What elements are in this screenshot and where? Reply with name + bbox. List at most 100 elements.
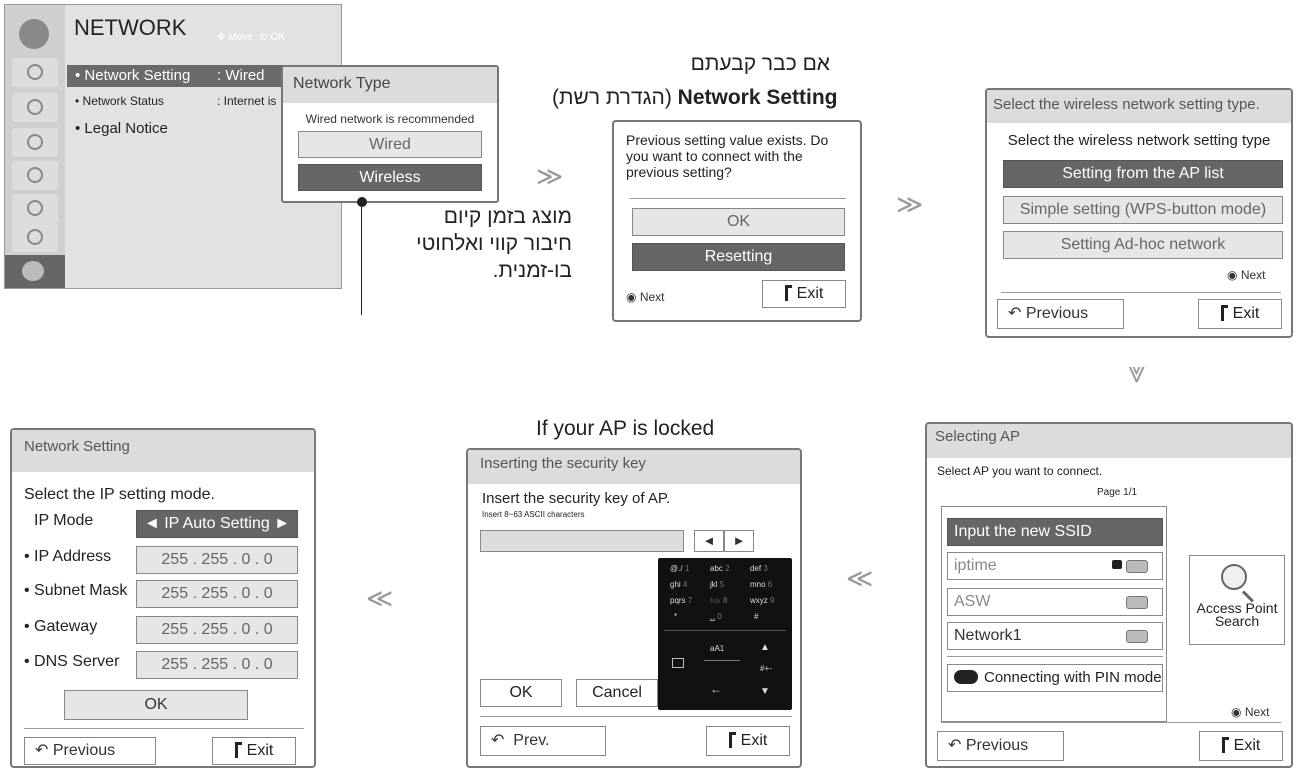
ip-address-field[interactable]: 255 . 255 . 0 . 0 bbox=[136, 546, 298, 574]
ap-list-option[interactable]: Setting from the AP list bbox=[1003, 160, 1283, 188]
dns-server-field[interactable]: 255 . 255 . 0 . 0 bbox=[136, 651, 298, 679]
resetting-button[interactable]: Resetting bbox=[632, 243, 845, 271]
lock-icon bbox=[1112, 560, 1122, 569]
lock-icon[interactable] bbox=[12, 194, 58, 223]
dialog-title: Inserting the security key bbox=[468, 450, 800, 484]
screen-icon[interactable] bbox=[12, 93, 58, 122]
picture-icon[interactable] bbox=[12, 58, 58, 87]
key-4[interactable]: ghi 4 bbox=[670, 580, 687, 589]
key-5[interactable]: jkl 5 bbox=[710, 580, 724, 589]
key-space[interactable]: ␣ 0 bbox=[710, 612, 722, 621]
case-key[interactable]: aA1 bbox=[710, 644, 724, 653]
previous-button[interactable]: ↶ Previous bbox=[937, 731, 1064, 761]
security-key-input[interactable] bbox=[480, 530, 684, 552]
ip-prompt: Select the IP setting mode. bbox=[24, 486, 215, 503]
backspace-key[interactable]: ← bbox=[710, 682, 722, 696]
menu-title: NETWORK bbox=[74, 15, 187, 40]
flow-arrow-right-icon: ≫ bbox=[896, 189, 924, 219]
time-icon[interactable] bbox=[12, 161, 58, 190]
exit-icon bbox=[784, 285, 792, 301]
wireless-type-prompt: Select the wireless network setting type bbox=[1007, 132, 1271, 149]
access-point-search-button[interactable]: Access Point Search bbox=[1189, 555, 1285, 645]
network-type-popup: Network Type Wired network is recommende… bbox=[281, 65, 499, 203]
key-1[interactable]: @./ 1 bbox=[670, 564, 689, 573]
key-6[interactable]: mno 6 bbox=[750, 580, 772, 589]
subnet-mask-field[interactable]: 255 . 255 . 0 . 0 bbox=[136, 580, 298, 608]
ip-address-label: • IP Address bbox=[24, 548, 112, 565]
network-globe-icon bbox=[19, 19, 49, 49]
ip-mode-selector[interactable]: ◄ IP Auto Setting ► bbox=[136, 510, 298, 538]
down-key[interactable]: ▼ bbox=[760, 686, 770, 697]
exit-button[interactable]: Exit bbox=[212, 737, 296, 765]
ap-item-asw[interactable]: ASW bbox=[947, 588, 1163, 616]
wireless-option[interactable]: Wireless bbox=[298, 164, 482, 191]
next-hint: ◉ Next bbox=[626, 290, 665, 304]
key-9[interactable]: wxyz 9 bbox=[750, 596, 774, 605]
prev-caption-line1: אם כבר קבעתם bbox=[690, 52, 830, 75]
menu-item-legal-notice[interactable]: • Legal Notice bbox=[67, 118, 267, 140]
keypad-divider bbox=[664, 630, 786, 631]
key-hint: Insert 8~63 ASCII characters bbox=[482, 510, 585, 519]
subnet-mask-label: • Subnet Mask bbox=[24, 582, 128, 599]
dialog-title: Select the wireless network setting type… bbox=[987, 90, 1291, 123]
flow-arrow-left-icon: ≪ bbox=[366, 583, 394, 613]
key-hash[interactable]: # bbox=[754, 612, 758, 621]
cursor-right-button[interactable]: ► bbox=[724, 530, 754, 552]
ok-button[interactable]: OK bbox=[632, 208, 845, 236]
popup-title: Network Type bbox=[283, 67, 497, 103]
back-icon: ↶ bbox=[948, 737, 962, 754]
move-hint: ✥ Move ⊙ OK bbox=[217, 32, 286, 43]
wired-option[interactable]: Wired bbox=[298, 131, 482, 158]
virtual-keypad: @./ 1 abc 2 def 3 ghi 4 jkl 5 mno 6 pqrs… bbox=[658, 558, 792, 710]
callout-line-3: בו-זמנית. bbox=[492, 259, 572, 282]
wifi-signal-icon bbox=[1126, 560, 1148, 573]
new-ssid-option[interactable]: Input the new SSID bbox=[947, 518, 1163, 546]
back-icon: ↶ bbox=[491, 732, 505, 749]
symbol-key[interactable]: #+- bbox=[760, 664, 772, 673]
prev-button[interactable]: ↶ Prev. bbox=[480, 726, 606, 756]
ok-button[interactable]: OK bbox=[64, 690, 248, 720]
previous-button[interactable]: ↶ Previous bbox=[997, 299, 1124, 329]
wps-option[interactable]: Simple setting (WPS-button mode) bbox=[1003, 196, 1283, 224]
exit-button[interactable]: Exit bbox=[706, 726, 790, 756]
move-icon: ✥ bbox=[217, 32, 226, 43]
pin-mode-button[interactable]: Connecting with PIN mode bbox=[947, 664, 1163, 692]
cursor-left-button[interactable]: ◄ bbox=[694, 530, 724, 552]
red-key-icon bbox=[954, 670, 978, 684]
arrow-right-icon: ► bbox=[732, 533, 746, 548]
network-tab-icon[interactable] bbox=[5, 255, 65, 288]
key-7[interactable]: pqrs 7 bbox=[670, 596, 692, 605]
previous-button[interactable]: ↶ Previous bbox=[24, 737, 156, 765]
arrow-left-icon: ◄ bbox=[702, 533, 716, 548]
key-8[interactable]: tuv 8 bbox=[710, 596, 727, 605]
gateway-field[interactable]: 255 . 255 . 0 . 0 bbox=[136, 616, 298, 644]
exit-button[interactable]: Exit bbox=[762, 280, 846, 308]
cancel-button[interactable]: Cancel bbox=[576, 679, 658, 707]
next-hint: ◉ Next bbox=[1227, 268, 1266, 282]
divider bbox=[630, 198, 846, 199]
audio-icon[interactable] bbox=[12, 128, 58, 157]
key-2[interactable]: abc 2 bbox=[710, 564, 730, 573]
keyboard-icon[interactable] bbox=[672, 658, 684, 668]
exit-button[interactable]: Exit bbox=[1199, 731, 1283, 761]
exit-button[interactable]: Exit bbox=[1198, 299, 1282, 329]
option-icon[interactable] bbox=[12, 223, 58, 252]
up-key[interactable]: ▲ bbox=[760, 642, 770, 653]
exit-icon bbox=[1221, 737, 1229, 753]
security-key-dialog: Inserting the security key Insert the se… bbox=[466, 448, 802, 768]
key-star[interactable]: * bbox=[674, 612, 677, 621]
magnifier-icon bbox=[1217, 564, 1257, 603]
flow-arrow-down-icon: ⩔ bbox=[1128, 356, 1145, 389]
prev-setting-dialog: Previous setting value exists. Do you wa… bbox=[612, 120, 862, 322]
key-3[interactable]: def 3 bbox=[750, 564, 768, 573]
gateway-label: • Gateway bbox=[24, 618, 98, 635]
divider bbox=[1001, 292, 1281, 293]
dns-server-label: • DNS Server bbox=[24, 653, 120, 670]
ok-button[interactable]: OK bbox=[480, 679, 562, 707]
prev-caption-line2: (הגדרת רשת) Network Setting bbox=[552, 86, 838, 109]
adhoc-option[interactable]: Setting Ad-hoc network bbox=[1003, 231, 1283, 259]
ap-item-iptime[interactable]: iptime bbox=[947, 552, 1163, 580]
ap-item-network1[interactable]: Network1 bbox=[947, 622, 1163, 650]
divider bbox=[24, 728, 304, 729]
key-prompt: Insert the security key of AP. bbox=[482, 490, 671, 507]
